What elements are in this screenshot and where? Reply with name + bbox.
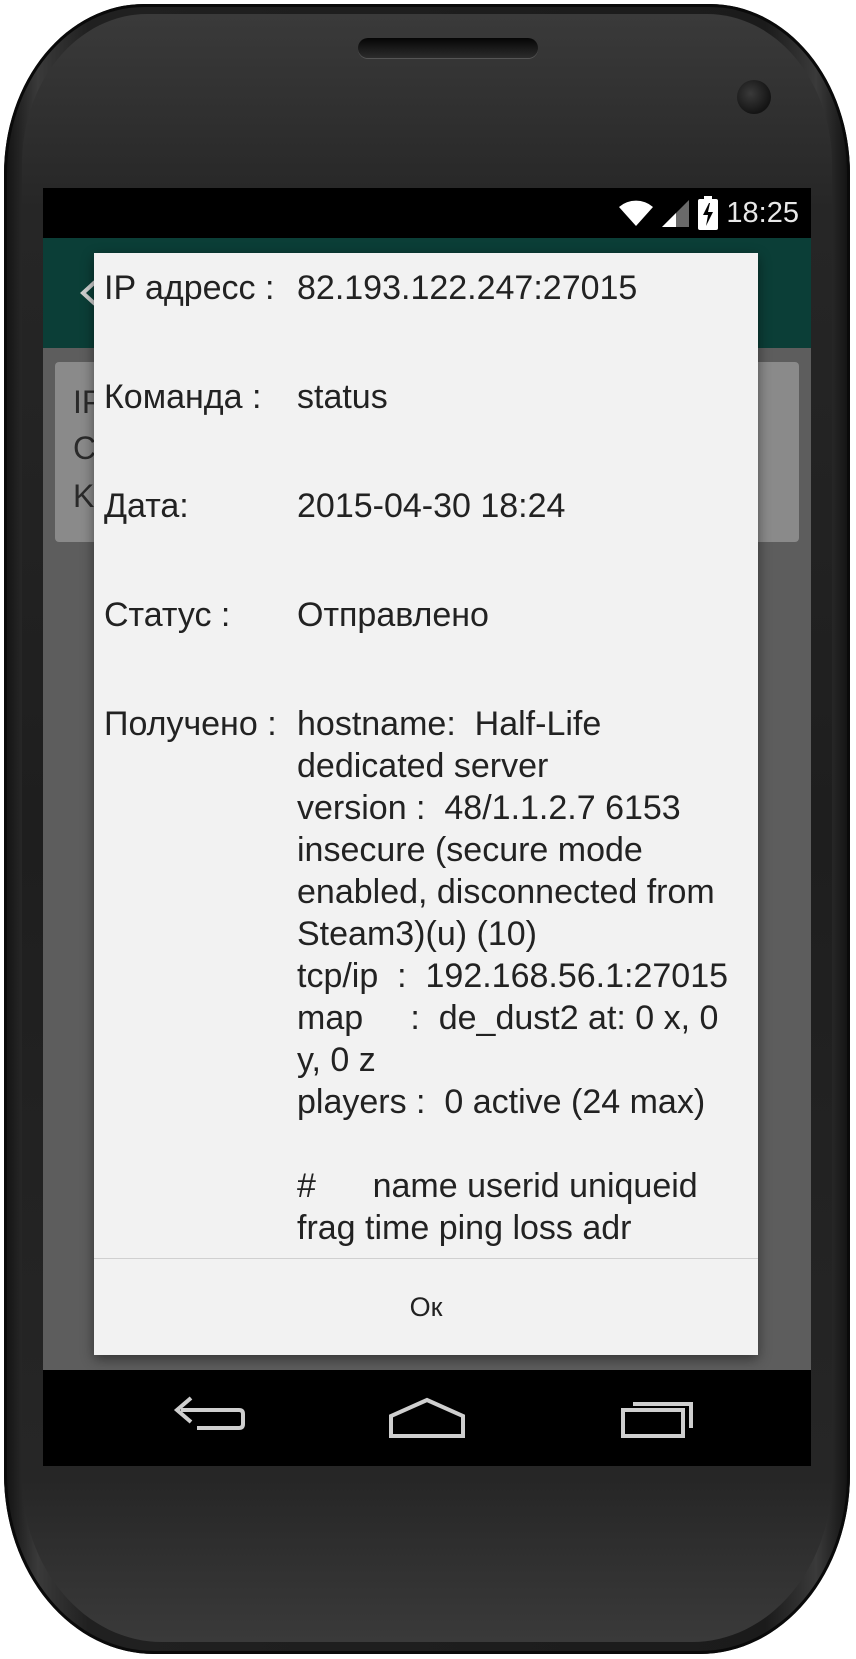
- wifi-icon: [619, 200, 654, 226]
- front-camera: [737, 80, 771, 114]
- status-row: Статус : Отправлено: [104, 594, 750, 636]
- ip-address-row: IP адресс : 82.193.122.247:27015: [104, 267, 750, 309]
- status-time: 18:25: [726, 196, 799, 229]
- status-bar: 18:25: [43, 188, 811, 238]
- status-value: Отправлено: [297, 596, 489, 634]
- command-label: Команда :: [104, 378, 262, 416]
- command-row: Команда : status: [104, 376, 750, 418]
- recents-icon[interactable]: [617, 1390, 697, 1446]
- signal-icon: [662, 200, 690, 227]
- date-row: Дата: 2015-04-30 18:24: [104, 485, 750, 527]
- speaker-grille: [358, 38, 538, 58]
- home-icon[interactable]: [385, 1390, 469, 1446]
- navigation-bar: [43, 1370, 811, 1466]
- details-dialog: IP адресс : 82.193.122.247:27015 Команда…: [94, 253, 758, 1355]
- battery-charging-icon: [698, 196, 719, 230]
- received-label: Получено :: [104, 705, 277, 743]
- card-line-3: K: [73, 478, 95, 514]
- ok-button[interactable]: Ок: [94, 1259, 758, 1355]
- command-value: status: [297, 378, 388, 416]
- date-label: Дата:: [104, 487, 189, 525]
- ip-address-label: IP адресс :: [104, 269, 275, 307]
- received-row: Получено : hostname: Half-Life dedicated…: [104, 703, 750, 1249]
- card-line-2: C: [73, 430, 97, 466]
- ip-address-value: 82.193.122.247:27015: [297, 269, 638, 307]
- received-value: hostname: Half-Life dedicated server ver…: [297, 705, 729, 1247]
- status-label: Статус :: [104, 596, 231, 634]
- back-icon[interactable]: [167, 1390, 247, 1446]
- dialog-content[interactable]: IP адресс : 82.193.122.247:27015 Команда…: [94, 253, 758, 1258]
- date-value: 2015-04-30 18:24: [297, 487, 566, 525]
